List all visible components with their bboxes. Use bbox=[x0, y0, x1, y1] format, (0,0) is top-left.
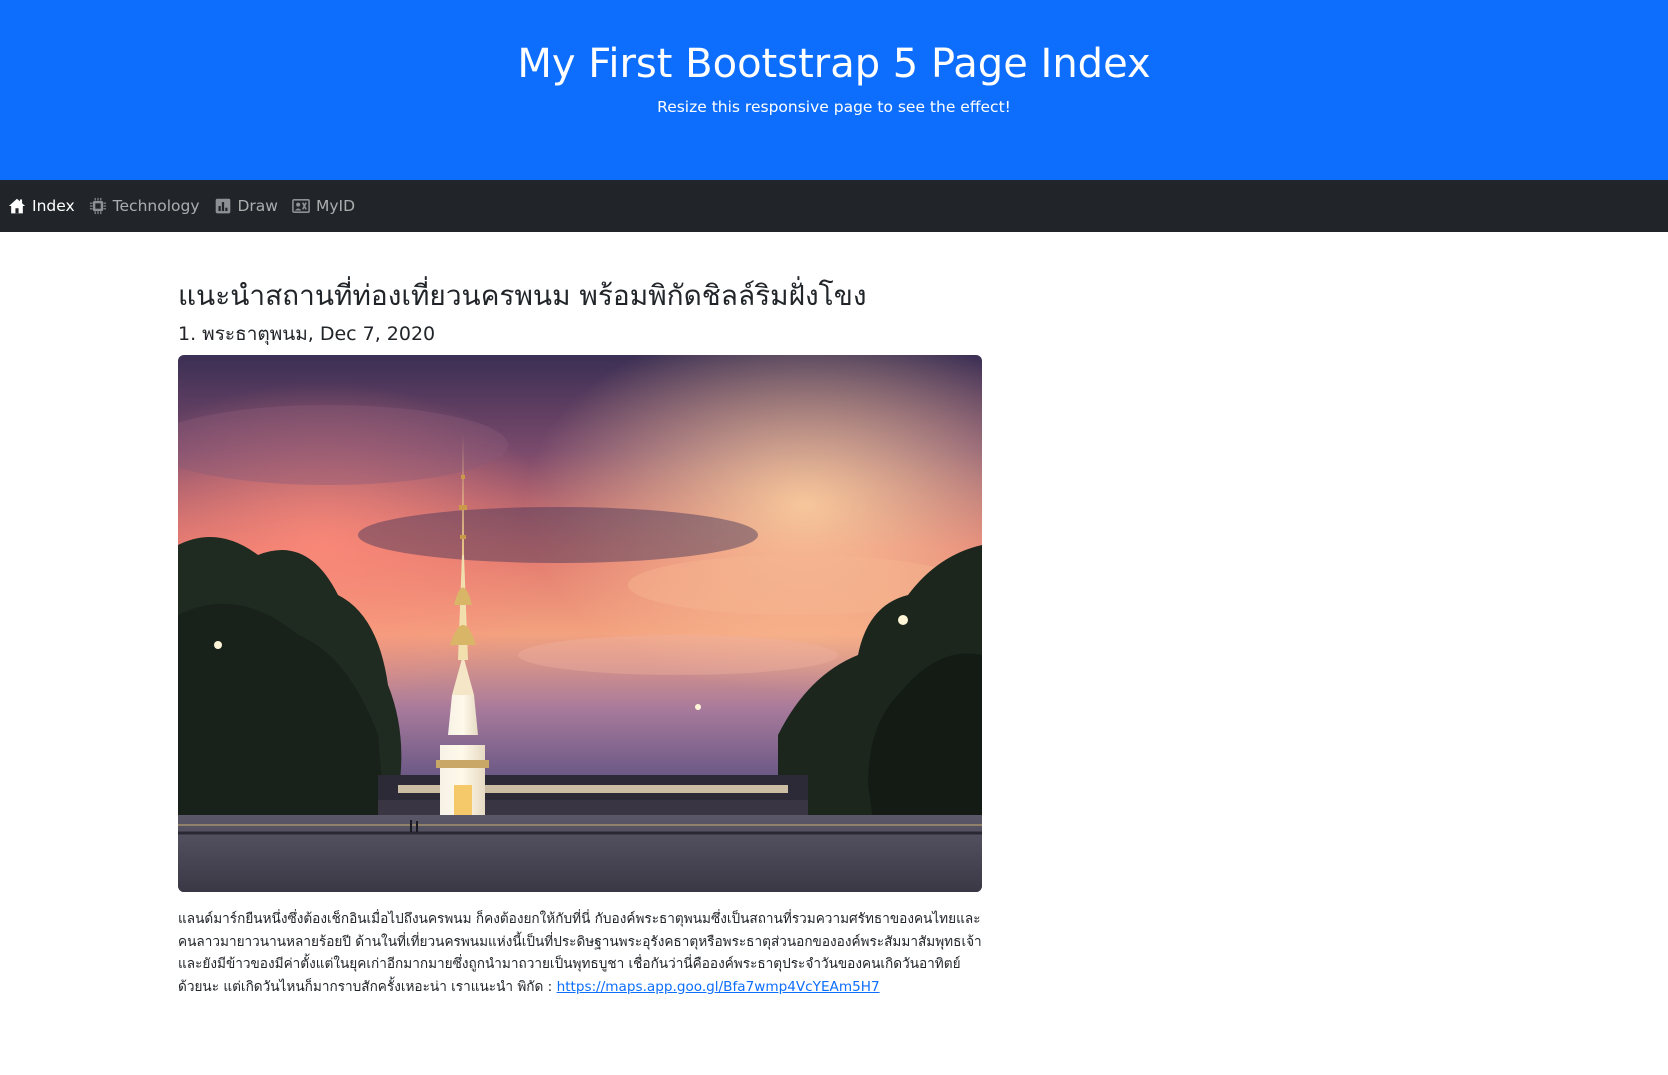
temple-photo bbox=[178, 355, 982, 892]
nav-label-myid: MyID bbox=[315, 197, 356, 215]
page-header: My First Bootstrap 5 Page Index Resize t… bbox=[0, 0, 1668, 180]
page-title: My First Bootstrap 5 Page Index bbox=[517, 41, 1151, 87]
article-heading: แนะนำสถานที่ท่องเที่ยวนครพนม พร้อมพิกัดช… bbox=[178, 279, 867, 312]
page-subtitle: Resize this responsive page to see the e… bbox=[657, 98, 1011, 116]
person-badge-icon bbox=[292, 199, 310, 213]
article-subheading: 1. พระธาตุพนม, Dec 7, 2020 bbox=[178, 323, 436, 345]
map-link[interactable]: https://maps.app.goo.gl/Bfa7wmp4VcYEAm5H… bbox=[557, 979, 880, 995]
nav-item-index[interactable]: Index bbox=[8, 197, 75, 215]
article: แนะนำสถานที่ท่องเที่ยวนครพนม พร้อมพิกัดช… bbox=[178, 232, 982, 998]
top-navbar: Index Technology Draw MyID bbox=[0, 180, 1668, 232]
article-body: แลนด์มาร์กยืนหนึ่งซึ่งต้องเช็กอินเมื่อไป… bbox=[178, 908, 982, 998]
nav-item-technology[interactable]: Technology bbox=[89, 197, 200, 215]
nav-item-myid[interactable]: MyID bbox=[292, 197, 355, 215]
nav-item-draw[interactable]: Draw bbox=[214, 197, 278, 215]
bar-chart-icon bbox=[215, 198, 230, 214]
nav-label-technology: Technology bbox=[112, 197, 200, 215]
nav-label-draw: Draw bbox=[237, 197, 278, 215]
nav-label-index: Index bbox=[32, 197, 75, 215]
house-icon bbox=[8, 198, 26, 214]
cpu-icon bbox=[89, 197, 106, 215]
